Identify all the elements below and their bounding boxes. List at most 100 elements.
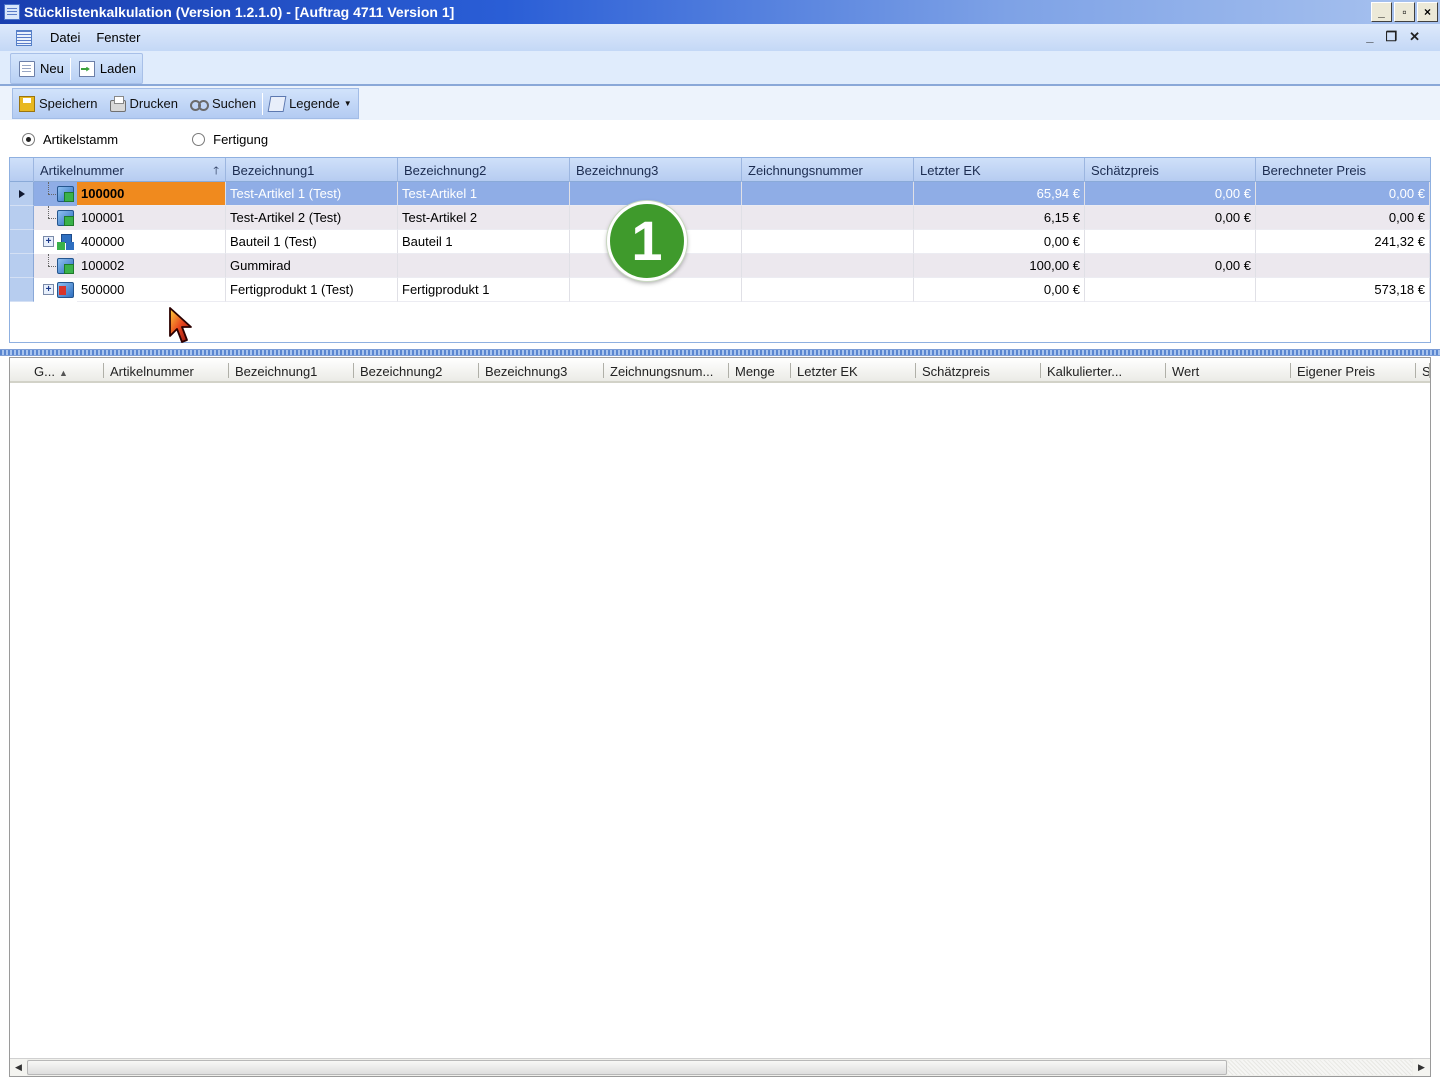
cell-bezeichnung1[interactable]: Gummirad (226, 254, 398, 278)
table-row[interactable]: + 500000 Fertigprodukt 1 (Test) Fertigpr… (10, 278, 1430, 302)
cell-bezeichnung1[interactable]: Fertigprodukt 1 (Test) (226, 278, 398, 302)
row-selector-header (10, 158, 34, 182)
column-header-eigener-preis[interactable]: Eigener Preis (1291, 358, 1416, 383)
cell-letzter-ek[interactable]: 0,00 € (914, 278, 1085, 302)
cell-artikelnummer[interactable]: 100000 (77, 182, 226, 206)
product-icon (57, 282, 74, 298)
horizontal-scrollbar[interactable]: ◀ ▶ (10, 1058, 1430, 1076)
cell-bezeichnung1[interactable]: Test-Artikel 1 (Test) (226, 182, 398, 206)
column-header-bezeichnung2[interactable]: Bezeichnung2 (398, 158, 570, 182)
cell-bezeichnung2[interactable]: Test-Artikel 1 (398, 182, 570, 206)
cell-berechneter-preis[interactable]: 0,00 € (1256, 182, 1430, 206)
column-header-letzter-ek[interactable]: Letzter EK (791, 358, 916, 383)
column-header-bezeichnung3[interactable]: Bezeichnung3 (479, 358, 604, 383)
print-button[interactable]: Drucken (104, 89, 184, 118)
column-header-bezeichnung2[interactable]: Bezeichnung2 (354, 358, 479, 383)
load-button[interactable]: Laden (71, 54, 142, 83)
minimize-button[interactable]: _ (1371, 2, 1392, 22)
cell-zeichnungsnummer[interactable] (742, 230, 914, 254)
radio-fertigung-label: Fertigung (213, 131, 269, 147)
close-button[interactable]: × (1417, 2, 1438, 22)
column-header-zeichnungsnummer[interactable]: Zeichnungsnum... (604, 358, 729, 383)
menu-fenster[interactable]: Fenster (88, 30, 148, 45)
cell-berechneter-preis[interactable]: 573,18 € (1256, 278, 1430, 302)
document-window-icon[interactable] (16, 29, 32, 46)
column-header-kalkulierter[interactable]: Kalkulierter... (1041, 358, 1166, 383)
cell-bezeichnung3[interactable] (570, 278, 742, 302)
cell-artikelnummer[interactable]: 500000 (77, 278, 226, 302)
column-header-artikelnummer[interactable]: Artikelnummer (104, 358, 229, 383)
column-header-wert[interactable]: Wert (1166, 358, 1291, 383)
row-selector[interactable] (10, 230, 34, 254)
cell-bezeichnung1[interactable]: Test-Artikel 2 (Test) (226, 206, 398, 230)
maximize-button[interactable]: ▫ (1394, 2, 1415, 22)
column-header-berechneter-preis[interactable]: Berechneter Preis (1256, 158, 1430, 182)
radio-button-checked[interactable] (22, 132, 35, 146)
row-selector[interactable] (10, 254, 34, 278)
child-close-button[interactable]: ✕ (1409, 29, 1420, 45)
cell-artikelnummer[interactable]: 100001 (77, 206, 226, 230)
column-header-bezeichnung1[interactable]: Bezeichnung1 (229, 358, 354, 383)
column-header-schaetzpreis[interactable]: Schätzpreis (916, 358, 1041, 383)
cell-zeichnungsnummer[interactable] (742, 278, 914, 302)
cell-bezeichnung2[interactable]: Fertigprodukt 1 (398, 278, 570, 302)
column-header-s[interactable]: S (1416, 358, 1430, 383)
cell-artikelnummer[interactable]: 100002 (77, 254, 226, 278)
cell-schaetzpreis[interactable]: 0,00 € (1085, 182, 1256, 206)
expand-plus-icon[interactable]: + (43, 284, 54, 295)
cell-berechneter-preis[interactable]: 241,32 € (1256, 230, 1430, 254)
cell-berechneter-preis[interactable]: 0,00 € (1256, 206, 1430, 230)
search-button[interactable]: Suchen (184, 89, 262, 118)
save-button[interactable]: Speichern (13, 89, 104, 118)
cell-bezeichnung2[interactable]: Test-Artikel 2 (398, 206, 570, 230)
cell-letzter-ek[interactable]: 100,00 € (914, 254, 1085, 278)
new-button[interactable]: Neu (11, 54, 70, 83)
child-minimize-button[interactable]: _ (1366, 29, 1373, 45)
radio-fertigung[interactable]: Fertigung (192, 132, 268, 147)
table-row[interactable]: 100000 Test-Artikel 1 (Test) Test-Artike… (10, 182, 1430, 206)
cell-artikelnummer[interactable]: 400000 (77, 230, 226, 254)
child-restore-button[interactable]: ❐ (1385, 29, 1397, 45)
cell-bezeichnung2[interactable]: Bauteil 1 (398, 230, 570, 254)
column-header-zeichnungsnummer[interactable]: Zeichnungsnummer (742, 158, 914, 182)
cell-letzter-ek[interactable]: 0,00 € (914, 230, 1085, 254)
cell-schaetzpreis[interactable] (1085, 278, 1256, 302)
column-header-bezeichnung1[interactable]: Bezeichnung1 (226, 158, 398, 182)
cell-bezeichnung1[interactable]: Bauteil 1 (Test) (226, 230, 398, 254)
cell-letzter-ek[interactable]: 6,15 € (914, 206, 1085, 230)
expand-plus-icon[interactable]: + (43, 236, 54, 247)
legend-dropdown-button[interactable]: Legende ▼ (263, 89, 358, 118)
pane-splitter[interactable] (0, 349, 1440, 356)
cell-bezeichnung2[interactable] (398, 254, 570, 278)
table-row[interactable]: 100001 Test-Artikel 2 (Test) Test-Artike… (10, 206, 1430, 230)
cell-zeichnungsnummer[interactable] (742, 206, 914, 230)
cell-berechneter-preis[interactable] (1256, 254, 1430, 278)
radio-artikelstamm[interactable]: Artikelstamm (22, 132, 118, 147)
column-header-bezeichnung3[interactable]: Bezeichnung3 (570, 158, 742, 182)
column-header-menge[interactable]: Menge (729, 358, 791, 383)
cell-letzter-ek[interactable]: 65,94 € (914, 182, 1085, 206)
legend-button-label: Legende (289, 96, 340, 111)
row-selector[interactable] (10, 182, 34, 206)
window-titlebar: Stücklistenkalkulation (Version 1.2.1.0)… (0, 0, 1440, 24)
table-row[interactable]: 100002 Gummirad 100,00 € 0,00 € (10, 254, 1430, 278)
row-selector[interactable] (10, 278, 34, 302)
scroll-left-icon[interactable]: ◀ (10, 1059, 27, 1076)
cell-schaetzpreis[interactable] (1085, 230, 1256, 254)
radio-artikelstamm-label: Artikelstamm (43, 131, 119, 147)
scrollbar-thumb[interactable] (27, 1060, 1227, 1075)
scrollbar-track[interactable] (1228, 1060, 1412, 1075)
table-row[interactable]: + 400000 Bauteil 1 (Test) Bauteil 1 0,00… (10, 230, 1430, 254)
column-header-group[interactable]: G... ▲ (10, 358, 104, 383)
column-header-artikelnummer[interactable]: Artikelnummer 🡑 (34, 158, 226, 182)
menu-datei[interactable]: Datei (42, 30, 88, 45)
cell-zeichnungsnummer[interactable] (742, 254, 914, 278)
cell-schaetzpreis[interactable]: 0,00 € (1085, 254, 1256, 278)
column-header-letzter-ek[interactable]: Letzter EK (914, 158, 1085, 182)
cell-schaetzpreis[interactable]: 0,00 € (1085, 206, 1256, 230)
column-header-schaetzpreis[interactable]: Schätzpreis (1085, 158, 1256, 182)
cell-zeichnungsnummer[interactable] (742, 182, 914, 206)
radio-button-unchecked[interactable] (192, 132, 206, 146)
row-selector[interactable] (10, 206, 34, 230)
scroll-right-icon[interactable]: ▶ (1413, 1059, 1430, 1076)
